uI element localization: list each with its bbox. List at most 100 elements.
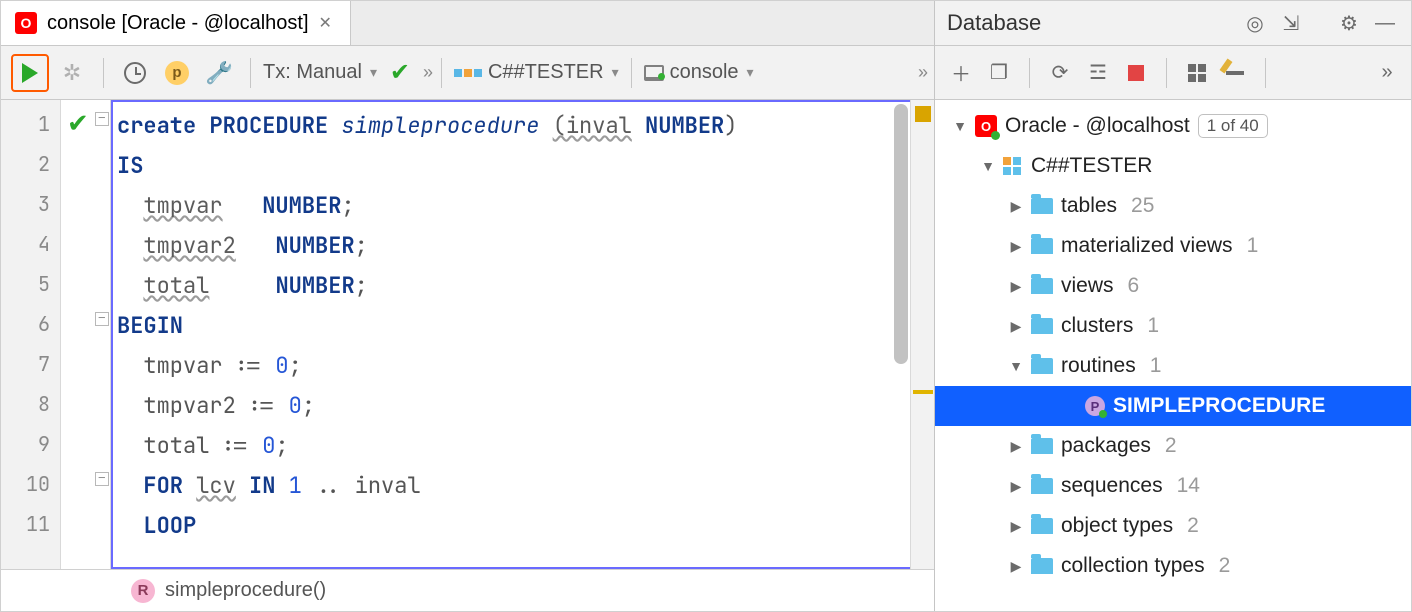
minimize-icon[interactable]: —: [1371, 12, 1399, 35]
check-icon: ✔: [390, 58, 410, 87]
tree-folder-tables[interactable]: ▶ tables 25: [935, 186, 1411, 226]
stop-icon[interactable]: [1120, 65, 1152, 81]
chevron-right-icon[interactable]: ▶: [1009, 438, 1023, 455]
add-icon[interactable]: ＋: [945, 58, 977, 87]
tree-folder-views[interactable]: ▶ views 6: [935, 266, 1411, 306]
tx-mode-label: Tx: Manual: [263, 61, 362, 84]
tree-folder-packages[interactable]: ▶ packages 2: [935, 426, 1411, 466]
session-dropdown[interactable]: console ▾: [644, 61, 754, 84]
duplicate-icon[interactable]: ❐: [983, 60, 1015, 85]
refresh-icon[interactable]: ⟳: [1044, 60, 1076, 85]
code-text[interactable]: create PROCEDURE simpleprocedure (inval …: [111, 100, 910, 569]
wrench-icon: 🔧: [206, 59, 232, 86]
chevron-down-icon[interactable]: ▼: [1009, 358, 1023, 374]
chevron-right-icon[interactable]: ▶: [1009, 558, 1023, 575]
editor-tab-console[interactable]: O console [Oracle - @localhost] ✕: [1, 1, 351, 45]
chevron-down-icon[interactable]: ▼: [981, 158, 995, 174]
schema-dropdown[interactable]: C##TESTER ▾: [454, 61, 619, 84]
line-number-gutter: 1 2 3 4 5 6 7 8 9 10 11: [1, 100, 61, 569]
separator: [1265, 58, 1266, 88]
editor-tab-label: console [Oracle - @localhost]: [47, 12, 309, 35]
tree-routine-simpleprocedure[interactable]: P SIMPLEPROCEDURE: [935, 386, 1411, 426]
folder-icon: [1031, 478, 1053, 494]
procedure-badge[interactable]: p: [158, 54, 196, 92]
db-tree[interactable]: ▼ O Oracle - @localhost 1 of 40 ▼ C##TES…: [935, 100, 1411, 611]
close-icon[interactable]: ✕: [319, 13, 332, 33]
separator: [441, 58, 442, 88]
schema-icon: [1003, 157, 1023, 175]
separator: [250, 58, 251, 88]
commit-button[interactable]: ✔: [381, 54, 419, 92]
target-icon[interactable]: ◎: [1241, 11, 1269, 36]
play-icon: [22, 63, 38, 83]
status-ok-icon: ✔: [67, 108, 89, 139]
warning-marker[interactable]: [913, 390, 933, 394]
annotation-gutter: ✔: [61, 100, 111, 569]
more-icon[interactable]: »: [1369, 61, 1401, 84]
p-icon: p: [165, 61, 189, 85]
code-editor[interactable]: 1 2 3 4 5 6 7 8 9 10 11 ✔ create PROCEDU: [1, 100, 934, 569]
folder-icon: [1031, 198, 1053, 214]
folder-icon: [1031, 518, 1053, 534]
tree-schema[interactable]: ▼ C##TESTER: [935, 146, 1411, 186]
gear-icon[interactable]: ⚙: [1335, 11, 1363, 36]
folder-icon: [1031, 318, 1053, 334]
bug-icon: ✲: [63, 60, 81, 86]
schema-icon: [454, 69, 482, 77]
edit-icon[interactable]: [1219, 71, 1251, 75]
folder-icon: [1031, 238, 1053, 254]
folder-icon: [1031, 558, 1053, 574]
folder-icon: [1031, 438, 1053, 454]
tree-folder-routines[interactable]: ▼ routines 1: [935, 346, 1411, 386]
breadcrumb-label[interactable]: simpleprocedure(): [165, 579, 326, 602]
tree-folder-sequences[interactable]: ▶ sequences 14: [935, 466, 1411, 506]
tree-datasource[interactable]: ▼ O Oracle - @localhost 1 of 40: [935, 106, 1411, 146]
oracle-icon: O: [975, 115, 997, 137]
chevron-right-icon[interactable]: ▶: [1009, 238, 1023, 255]
folder-icon: [1031, 358, 1053, 374]
chevron-down-icon: ▾: [370, 64, 377, 81]
marker-stripe: [910, 100, 934, 569]
chevron-right-icon[interactable]: ▶: [1009, 318, 1023, 335]
collapse-icon[interactable]: ⇲: [1277, 11, 1305, 36]
warning-icon[interactable]: [915, 106, 931, 122]
history-button[interactable]: [116, 54, 154, 92]
schema-label: C##TESTER: [1031, 154, 1152, 178]
separator: [631, 58, 632, 88]
more-icon[interactable]: »: [918, 62, 924, 83]
tree-folder-object-types[interactable]: ▶ object types 2: [935, 506, 1411, 546]
more-icon[interactable]: »: [423, 62, 429, 83]
fold-handle[interactable]: [95, 112, 109, 126]
tree-folder-collection-types[interactable]: ▶ collection types 2: [935, 546, 1411, 586]
session-label: console: [670, 61, 739, 84]
separator: [103, 58, 104, 88]
fold-handle[interactable]: [95, 312, 109, 326]
chevron-right-icon[interactable]: ▶: [1009, 478, 1023, 495]
console-icon: [644, 65, 664, 81]
settings-button[interactable]: 🔧: [200, 54, 238, 92]
datasource-count-badge: 1 of 40: [1198, 114, 1268, 138]
scrollbar[interactable]: [894, 104, 908, 364]
db-panel-header: Database ◎ ⇲ ⚙ —: [935, 1, 1411, 46]
chevron-right-icon[interactable]: ▶: [1009, 518, 1023, 535]
folder-icon: [1031, 278, 1053, 294]
db-panel-title: Database: [947, 10, 1041, 36]
run-button[interactable]: [11, 54, 49, 92]
filter-icon[interactable]: ☲: [1082, 60, 1114, 85]
fold-handle[interactable]: [95, 472, 109, 486]
routine-label: SIMPLEPROCEDURE: [1113, 394, 1325, 418]
chevron-down-icon[interactable]: ▼: [953, 118, 967, 134]
editor-toolbar: ✲ p 🔧 Tx: Manual ▾ ✔ » C##TESTER ▾ conso…: [1, 46, 934, 100]
chevron-right-icon[interactable]: ▶: [1009, 278, 1023, 295]
tree-folder-clusters[interactable]: ▶ clusters 1: [935, 306, 1411, 346]
table-view-icon[interactable]: [1181, 64, 1213, 82]
tree-folder-matviews[interactable]: ▶ materialized views 1: [935, 226, 1411, 266]
chevron-down-icon: ▾: [747, 64, 754, 81]
tx-mode-dropdown[interactable]: Tx: Manual ▾: [263, 61, 377, 84]
breadcrumb: R simpleprocedure(): [1, 569, 934, 611]
chevron-down-icon: ▾: [612, 64, 619, 81]
separator: [1166, 58, 1167, 88]
separator: [1029, 58, 1030, 88]
debug-button[interactable]: ✲: [53, 54, 91, 92]
chevron-right-icon[interactable]: ▶: [1009, 198, 1023, 215]
